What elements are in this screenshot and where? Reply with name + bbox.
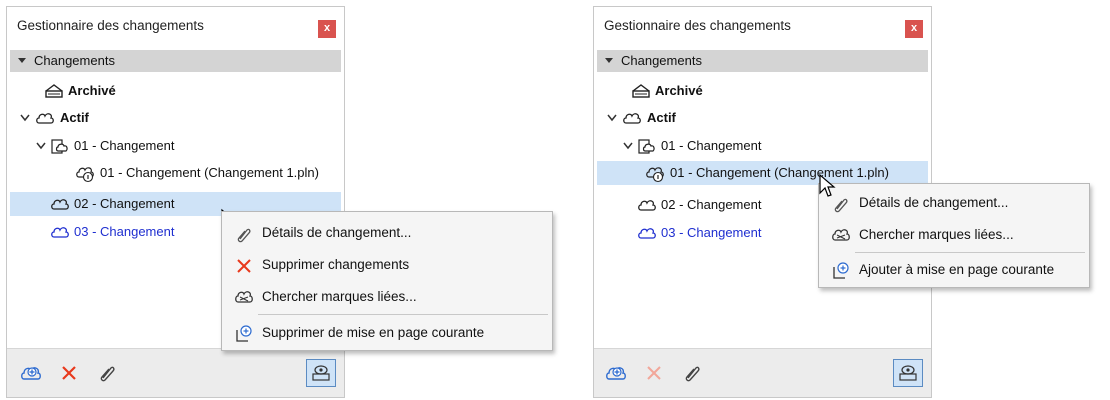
tree-label: 01 - Changement [661,138,762,153]
cloud-icon [638,200,656,211]
section-label: Changements [34,53,115,68]
panel-titlebar: Gestionnaire des changements x [7,7,344,45]
menu-item-delete[interactable]: Supprimer changements [222,250,552,280]
tree-label: 01 - Changement (Changement 1.pln) [100,165,319,180]
paperclip-icon[interactable] [680,361,704,385]
cloud-doc-icon [51,139,68,154]
cloud-icon [51,199,69,210]
tree-item-active[interactable]: Actif [597,106,928,130]
cloud-icon [623,113,641,124]
tree-item-archived[interactable]: Archivé [597,79,928,103]
search-marks-icon [235,291,253,303]
layout-icon [833,262,849,279]
cloud-icon [638,228,656,239]
panel-toolbar [594,348,931,397]
cloud-info-icon [76,167,94,183]
chevron-down-icon[interactable] [20,114,30,122]
cloud-info-icon [646,167,664,183]
section-header-changements[interactable]: Changements [10,50,341,72]
tree-label: Archivé [68,83,116,98]
tree-label: 02 - Changement [74,196,175,211]
tree-label: Actif [647,110,676,125]
menu-separator [855,252,1085,253]
caret-down-icon [18,58,26,63]
menu-item-find-marks[interactable]: Chercher marques liées... [819,220,1089,250]
menu-item-label: Détails de changement... [262,225,412,240]
tree-label: 01 - Changement [74,138,175,153]
delete-icon[interactable] [642,361,666,385]
tree-label: Archivé [655,83,703,98]
tree-label: 03 - Changement [74,224,175,239]
delete-icon [237,259,251,273]
section-label: Changements [621,53,702,68]
menu-item-label: Supprimer de mise en page courante [262,325,485,340]
new-change-icon[interactable] [604,361,628,385]
chevron-down-icon[interactable] [623,142,633,150]
layout-icon [236,325,252,342]
close-button[interactable]: x [318,20,336,38]
tree-label: 03 - Changement [661,225,762,240]
tree-item-active[interactable]: Actif [10,106,341,130]
view-toggle-button[interactable] [893,359,923,387]
paperclip-icon [237,228,251,243]
cloud-doc-icon [638,139,655,154]
view-toggle-icon [312,365,330,381]
panel-title: Gestionnaire des changements [17,18,204,33]
archive-icon [45,84,63,98]
view-toggle-button[interactable] [306,359,336,387]
view-toggle-icon [899,365,917,381]
tree-label: 02 - Changement [661,197,762,212]
context-menu-left: Détails de changement... Supprimer chang… [221,211,553,351]
menu-item-label: Supprimer changements [262,257,410,272]
menu-item-remove-layout[interactable]: Supprimer de mise en page courante [222,318,552,348]
close-button[interactable]: x [905,20,923,38]
section-header-changements[interactable]: Changements [597,50,928,72]
search-marks-icon [832,229,850,241]
tree-item-change-01[interactable]: 01 - Changement [10,134,341,158]
menu-item-details[interactable]: Détails de changement... [819,188,1089,218]
tree-item-change-01-file[interactable]: 01 - Changement (Changement 1.pln) [597,161,928,185]
tree-label: Actif [60,110,89,125]
tree-item-archived[interactable]: Archivé [10,79,341,103]
tree-label: 01 - Changement (Changement 1.pln) [670,165,889,180]
chevron-down-icon[interactable] [607,114,617,122]
cloud-icon [51,227,69,238]
delete-icon[interactable] [57,361,81,385]
menu-item-details[interactable]: Détails de changement... [222,218,552,248]
menu-item-label: Chercher marques liées... [262,289,417,304]
menu-item-add-layout[interactable]: Ajouter à mise en page courante [819,255,1089,285]
new-change-icon[interactable] [19,361,43,385]
cursor-icon [819,173,836,197]
menu-item-label: Ajouter à mise en page courante [859,262,1055,277]
archive-icon [632,84,650,98]
panel-title: Gestionnaire des changements [604,18,791,33]
context-menu-right: Détails de changement... Chercher marque… [818,183,1090,288]
panel-toolbar [7,348,344,397]
menu-item-label: Chercher marques liées... [859,227,1014,242]
tree-item-change-01-file[interactable]: 01 - Changement (Changement 1.pln) [10,161,341,185]
caret-down-icon [605,58,613,63]
paperclip-icon[interactable] [95,361,119,385]
cloud-icon [36,113,54,124]
menu-separator [258,314,548,315]
menu-item-label: Détails de changement... [859,195,1009,210]
tree-item-change-01[interactable]: 01 - Changement [597,134,928,158]
chevron-down-icon[interactable] [36,142,46,150]
panel-titlebar: Gestionnaire des changements x [594,7,931,45]
menu-item-find-marks[interactable]: Chercher marques liées... [222,282,552,312]
